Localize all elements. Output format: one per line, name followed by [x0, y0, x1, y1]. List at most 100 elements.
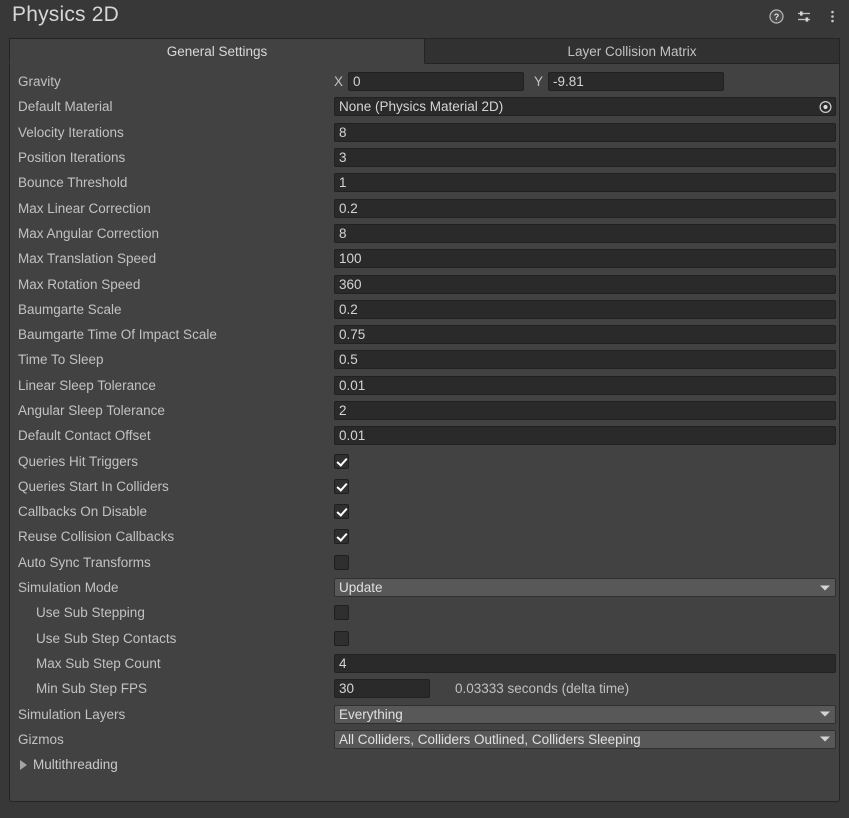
gravity-x-axis-label: X — [334, 74, 343, 89]
label-linear-sleep-tolerance: Linear Sleep Tolerance — [18, 378, 156, 393]
gravity-fields: X 0 Y -9.81 — [334, 72, 836, 91]
row-auto-sync-transforms: Auto Sync Transforms — [10, 550, 839, 575]
default-material-object-field[interactable]: None (Physics Material 2D) — [334, 97, 836, 116]
label-auto-sync-transforms: Auto Sync Transforms — [18, 555, 151, 570]
row-reuse-collision-callbacks: Reuse Collision Callbacks — [10, 524, 839, 549]
dropdown-gizmos[interactable]: All Colliders, Colliders Outlined, Colli… — [334, 730, 836, 749]
row-bounce-threshold: Bounce Threshold 1 — [10, 170, 839, 195]
checkbox-callbacks-on-disable[interactable] — [334, 504, 349, 519]
row-simulation-mode: Simulation Mode Update — [10, 575, 839, 600]
row-use-sub-step-contacts: Use Sub Step Contacts — [10, 626, 839, 651]
input-baumgarte-scale[interactable]: 0.2 — [334, 300, 836, 319]
input-max-sub-step-count[interactable]: 4 — [334, 654, 836, 673]
input-baumgarte-time-of-impact-scale[interactable]: 0.75 — [334, 325, 836, 344]
input-max-translation-speed[interactable]: 100 — [334, 249, 836, 268]
input-max-rotation-speed[interactable]: 360 — [334, 275, 836, 294]
dropdown-simulation-layers-value: Everything — [339, 707, 403, 722]
dropdown-simulation-layers[interactable]: Everything — [334, 705, 836, 724]
row-callbacks-on-disable: Callbacks On Disable — [10, 499, 839, 524]
row-max-linear-correction: Max Linear Correction 0.2 — [10, 195, 839, 220]
input-linear-sleep-tolerance[interactable]: 0.01 — [334, 376, 836, 395]
titlebar-actions: ? — [768, 8, 841, 25]
more-menu-icon[interactable] — [824, 8, 841, 25]
label-time-to-sleep: Time To Sleep — [18, 352, 104, 367]
chevron-right-icon — [20, 760, 27, 770]
row-max-sub-step-count: Max Sub Step Count 4 — [10, 651, 839, 676]
checkbox-use-sub-step-contacts[interactable] — [334, 631, 349, 646]
label-reuse-collision-callbacks: Reuse Collision Callbacks — [18, 529, 174, 544]
row-queries-hit-triggers: Queries Hit Triggers — [10, 448, 839, 473]
dropdown-gizmos-value: All Colliders, Colliders Outlined, Colli… — [339, 732, 641, 747]
label-callbacks-on-disable: Callbacks On Disable — [18, 504, 147, 519]
checkbox-use-sub-stepping[interactable] — [334, 605, 349, 620]
input-max-angular-correction[interactable]: 8 — [334, 224, 836, 243]
label-max-linear-correction: Max Linear Correction — [18, 201, 151, 216]
label-gravity: Gravity — [18, 74, 61, 89]
default-material-value: None (Physics Material 2D) — [339, 99, 503, 114]
tab-bar: General Settings Layer Collision Matrix — [9, 38, 840, 64]
row-queries-start-in-colliders: Queries Start In Colliders — [10, 474, 839, 499]
label-min-sub-step-fps: Min Sub Step FPS — [36, 681, 147, 696]
dropdown-simulation-mode-value: Update — [339, 580, 383, 595]
object-picker-icon[interactable] — [819, 100, 832, 113]
page-title: Physics 2D — [12, 3, 119, 27]
label-position-iterations: Position Iterations — [18, 150, 125, 165]
label-simulation-layers: Simulation Layers — [18, 707, 125, 722]
tab-general-settings-label: General Settings — [167, 44, 268, 59]
label-bounce-threshold: Bounce Threshold — [18, 175, 127, 190]
row-baumgarte-time-of-impact-scale: Baumgarte Time Of Impact Scale 0.75 — [10, 322, 839, 347]
row-max-angular-correction: Max Angular Correction 8 — [10, 221, 839, 246]
label-simulation-mode: Simulation Mode — [18, 580, 119, 595]
settings-panel: Gravity X 0 Y -9.81 Default Material Non… — [9, 64, 840, 802]
row-angular-sleep-tolerance: Angular Sleep Tolerance 2 — [10, 398, 839, 423]
preset-icon[interactable] — [796, 8, 813, 25]
label-baumgarte-scale: Baumgarte Scale — [18, 302, 122, 317]
label-max-sub-step-count: Max Sub Step Count — [36, 656, 161, 671]
chevron-down-icon — [820, 585, 830, 590]
input-default-contact-offset[interactable]: 0.01 — [334, 426, 836, 445]
row-max-rotation-speed: Max Rotation Speed 360 — [10, 271, 839, 296]
input-max-linear-correction[interactable]: 0.2 — [334, 199, 836, 218]
row-baumgarte-scale: Baumgarte Scale 0.2 — [10, 297, 839, 322]
row-multithreading: Multithreading — [10, 752, 839, 777]
input-velocity-iterations[interactable]: 8 — [334, 123, 836, 142]
tab-layer-collision-matrix[interactable]: Layer Collision Matrix — [425, 38, 840, 64]
label-max-rotation-speed: Max Rotation Speed — [18, 277, 140, 292]
gravity-y-input[interactable]: -9.81 — [548, 72, 724, 91]
input-bounce-threshold[interactable]: 1 — [334, 173, 836, 192]
row-max-translation-speed: Max Translation Speed 100 — [10, 246, 839, 271]
gravity-x-input[interactable]: 0 — [348, 72, 524, 91]
tab-layer-collision-matrix-label: Layer Collision Matrix — [567, 44, 696, 59]
default-material-field-area: None (Physics Material 2D) — [334, 97, 836, 116]
checkbox-auto-sync-transforms[interactable] — [334, 555, 349, 570]
label-queries-start-in-colliders: Queries Start In Colliders — [18, 479, 169, 494]
toggle-rows-group: Queries Hit Triggers Queries Start In Co… — [10, 448, 839, 574]
help-icon[interactable]: ? — [768, 8, 785, 25]
row-default-contact-offset: Default Contact Offset 0.01 — [10, 423, 839, 448]
chevron-down-icon — [820, 737, 830, 742]
label-baumgarte-time-of-impact-scale: Baumgarte Time Of Impact Scale — [18, 327, 217, 342]
row-use-sub-stepping: Use Sub Stepping — [10, 600, 839, 625]
row-simulation-layers: Simulation Layers Everything — [10, 701, 839, 726]
input-angular-sleep-tolerance[interactable]: 2 — [334, 401, 836, 420]
label-default-material: Default Material — [18, 99, 113, 114]
row-default-material: Default Material None (Physics Material … — [10, 94, 839, 119]
foldout-multithreading[interactable]: Multithreading — [20, 757, 118, 772]
label-angular-sleep-tolerance: Angular Sleep Tolerance — [18, 403, 165, 418]
chevron-down-icon — [820, 712, 830, 717]
foldout-multithreading-label: Multithreading — [33, 757, 118, 772]
checkbox-reuse-collision-callbacks[interactable] — [334, 529, 349, 544]
input-position-iterations[interactable]: 3 — [334, 148, 836, 167]
input-min-sub-step-fps[interactable]: 30 — [334, 679, 430, 698]
label-max-angular-correction: Max Angular Correction — [18, 226, 159, 241]
min-sub-step-fps-helper-text: 0.03333 seconds (delta time) — [455, 681, 629, 696]
label-gizmos: Gizmos — [18, 732, 64, 747]
checkbox-queries-hit-triggers[interactable] — [334, 454, 349, 469]
numeric-rows-group: Velocity Iterations 8 Position Iteration… — [10, 120, 839, 449]
input-time-to-sleep[interactable]: 0.5 — [334, 350, 836, 369]
row-min-sub-step-fps: Min Sub Step FPS 30 0.03333 seconds (del… — [10, 676, 839, 701]
tab-general-settings[interactable]: General Settings — [9, 38, 425, 64]
checkbox-queries-start-in-colliders[interactable] — [334, 479, 349, 494]
dropdown-simulation-mode[interactable]: Update — [334, 578, 836, 597]
row-linear-sleep-tolerance: Linear Sleep Tolerance 0.01 — [10, 373, 839, 398]
